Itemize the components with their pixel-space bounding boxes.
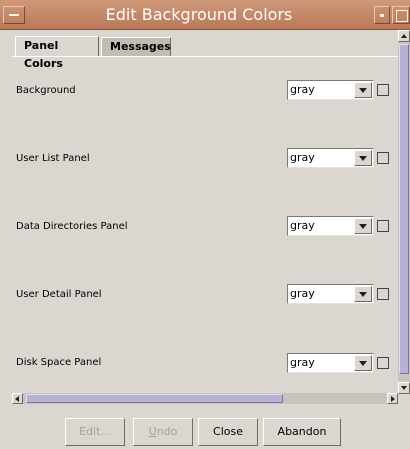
select-value: gray bbox=[290, 219, 315, 232]
vertical-scroll-thumb[interactable] bbox=[399, 44, 409, 374]
vertical-scrollbar[interactable] bbox=[398, 30, 410, 394]
user-list-panel-color-select[interactable]: gray bbox=[287, 148, 374, 168]
edit-background-colors-dialog: Edit Background Colors Panel Colors Mess… bbox=[0, 0, 410, 449]
edit-button[interactable]: Edit... bbox=[65, 418, 125, 446]
row-label-user-list-panel: User List Panel bbox=[16, 153, 90, 164]
color-swatch[interactable] bbox=[377, 288, 389, 300]
color-swatch[interactable] bbox=[377, 357, 389, 369]
undo-mnemonic: U bbox=[148, 425, 157, 438]
horizontal-scrollbar[interactable] bbox=[12, 393, 398, 404]
scroll-up-icon[interactable] bbox=[398, 30, 410, 42]
undo-label-rest: ndo bbox=[156, 425, 178, 438]
user-detail-panel-color-select[interactable]: gray bbox=[287, 284, 374, 304]
chevron-down-icon[interactable] bbox=[354, 218, 372, 234]
scroll-down-icon[interactable] bbox=[398, 382, 410, 394]
row-label-disk-space-panel: Disk Space Panel bbox=[16, 357, 102, 368]
color-swatch[interactable] bbox=[377, 152, 389, 164]
chevron-down-icon[interactable] bbox=[354, 355, 372, 371]
chevron-down-icon[interactable] bbox=[354, 150, 372, 166]
chevron-down-icon[interactable] bbox=[354, 286, 372, 302]
background-color-select[interactable]: gray bbox=[287, 80, 374, 100]
undo-button[interactable]: Undo bbox=[133, 418, 193, 446]
select-value: gray bbox=[290, 83, 315, 96]
select-value: gray bbox=[290, 356, 315, 369]
maximize-button[interactable] bbox=[392, 6, 410, 24]
scroll-left-icon[interactable] bbox=[12, 393, 23, 404]
scroll-right-icon[interactable] bbox=[387, 393, 398, 404]
horizontal-scroll-thumb[interactable] bbox=[26, 394, 283, 403]
window-menu-button[interactable] bbox=[3, 6, 25, 24]
row-label-user-detail-panel: User Detail Panel bbox=[16, 289, 102, 300]
chevron-down-icon[interactable] bbox=[354, 82, 372, 98]
row-label-background: Background bbox=[16, 85, 76, 96]
color-swatch[interactable] bbox=[377, 84, 389, 96]
tab-messages[interactable]: Messages bbox=[101, 37, 171, 57]
abandon-button[interactable]: Abandon bbox=[263, 418, 341, 446]
close-button[interactable]: Close bbox=[198, 418, 258, 446]
color-swatch[interactable] bbox=[377, 220, 389, 232]
title-bar[interactable]: Edit Background Colors bbox=[0, 0, 410, 30]
select-value: gray bbox=[290, 287, 315, 300]
select-value: gray bbox=[290, 151, 315, 164]
window-title: Edit Background Colors bbox=[105, 5, 293, 24]
disk-space-panel-color-select[interactable]: gray bbox=[287, 353, 374, 373]
data-directories-panel-color-select[interactable]: gray bbox=[287, 216, 374, 236]
tab-panel-colors[interactable]: Panel Colors bbox=[15, 36, 99, 70]
row-label-data-directories-panel: Data Directories Panel bbox=[16, 221, 128, 232]
tab-divider bbox=[12, 56, 398, 57]
minimize-button[interactable] bbox=[374, 6, 390, 24]
